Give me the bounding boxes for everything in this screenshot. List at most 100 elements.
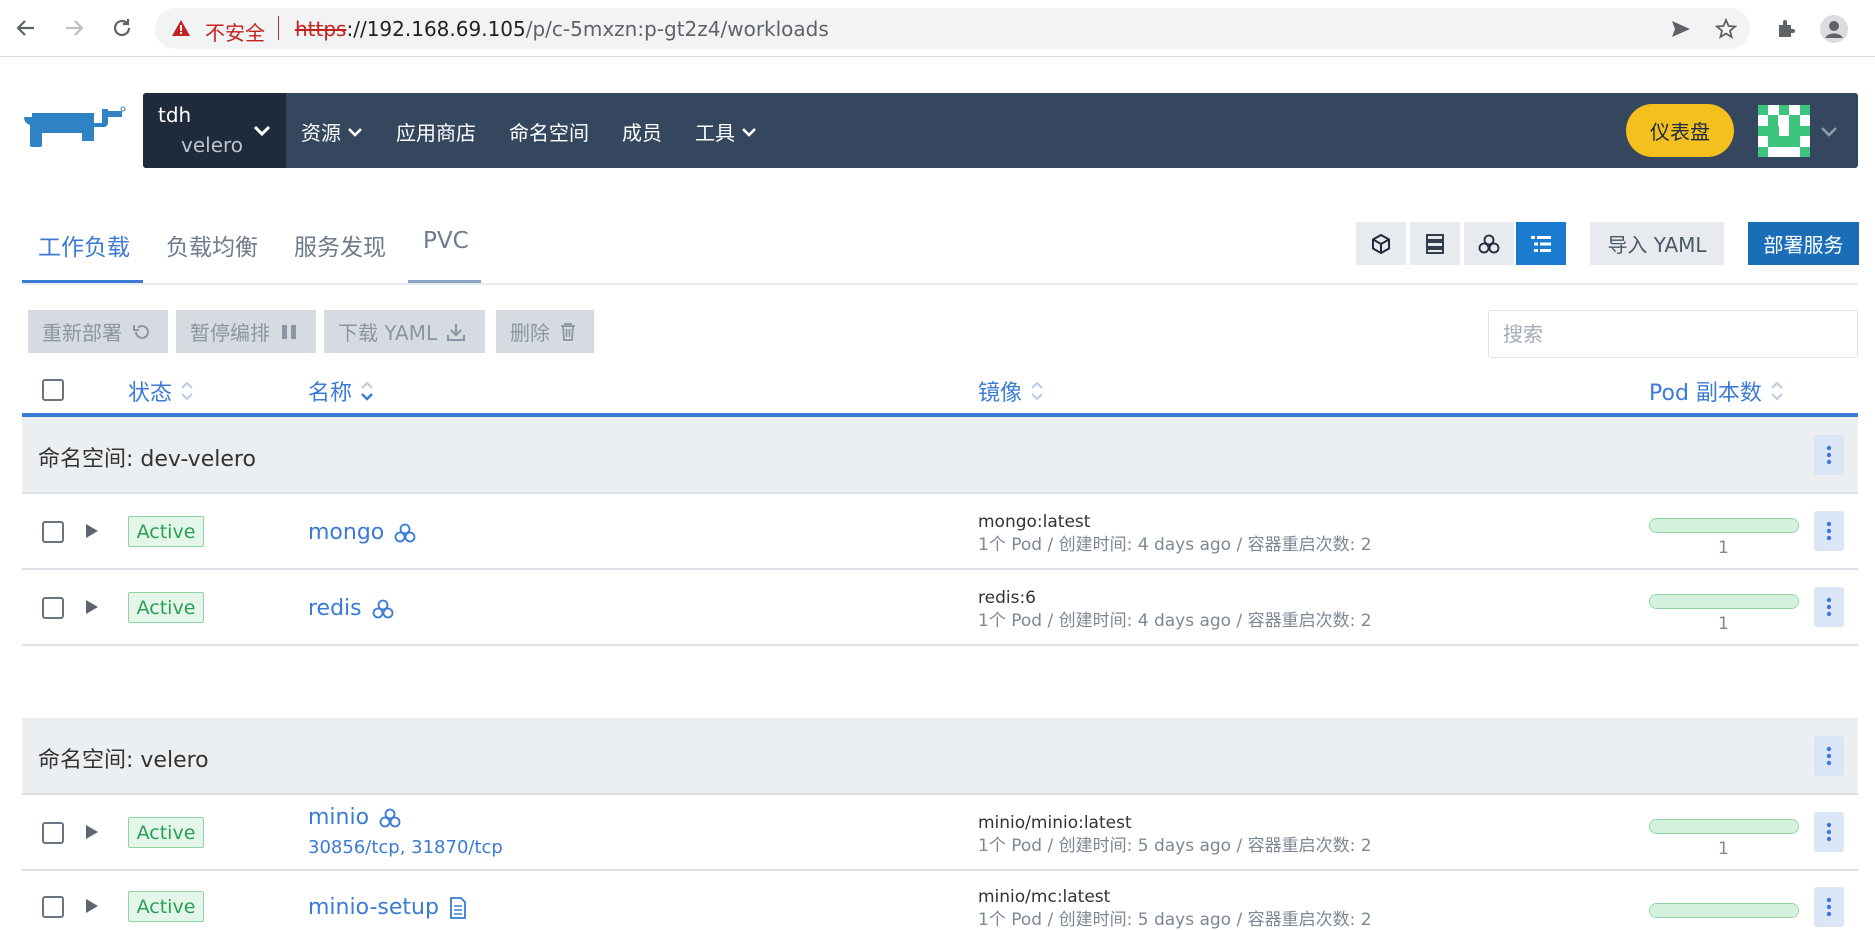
rancher-logo-icon[interactable] <box>22 103 127 158</box>
view-group-button[interactable] <box>1464 222 1514 265</box>
workload-name-link[interactable]: mongo <box>308 520 416 545</box>
cube-icon <box>1372 233 1390 254</box>
column-pods[interactable]: Pod 副本数 <box>1649 375 1784 407</box>
kebab-menu-icon[interactable] <box>1814 587 1844 627</box>
row-checkbox[interactable] <box>42 521 64 543</box>
workload-meta: 1个 Pod / 创建时间: 5 days ago / 容器重启次数: 2 <box>978 836 1372 856</box>
delete-button[interactable]: 删除 <box>496 310 594 353</box>
nav-resources[interactable]: 资源 <box>301 117 363 146</box>
document-icon <box>450 896 466 919</box>
view-node-button[interactable] <box>1356 222 1406 265</box>
top-nav: 资源 应用商店 命名空间 成员 工具 <box>301 117 790 146</box>
select-all-checkbox[interactable] <box>42 379 64 401</box>
row-checkbox[interactable] <box>42 597 64 619</box>
download-yaml-button[interactable]: 下载 YAML <box>324 310 485 353</box>
project-name: velero <box>181 133 244 157</box>
table-row: Active mongo mongo:latest 1个 Pod / 创建时间:… <box>22 494 1858 570</box>
app-header: tdh velero 资源 应用商店 命名空间 成员 工具 仪表盘 <box>143 93 1858 168</box>
kebab-menu-icon[interactable] <box>1814 887 1844 927</box>
view-list-button[interactable] <box>1516 222 1566 265</box>
insecure-label: 不安全 <box>205 21 265 45</box>
column-image[interactable]: 镜像 <box>978 375 1044 407</box>
cluster-icon <box>1478 234 1500 253</box>
status-badge: Active <box>128 891 204 922</box>
column-name[interactable]: 名称 <box>308 375 374 407</box>
table-row: Active redis redis:6 1个 Pod / 创建时间: 4 da… <box>22 570 1858 646</box>
tab-workloads[interactable]: 工作负载 <box>22 228 143 283</box>
image-name: redis:6 <box>978 588 1036 608</box>
row-checkbox[interactable] <box>42 896 64 918</box>
view-flat-button[interactable] <box>1410 222 1460 265</box>
table-row: Active minio-setup minio/mc:latest 1个 Po… <box>22 871 1858 930</box>
dashboard-button[interactable]: 仪表盘 <box>1626 104 1734 157</box>
nav-namespaces[interactable]: 命名空间 <box>509 117 589 146</box>
search-box <box>1488 310 1858 358</box>
list-icon <box>1531 235 1551 252</box>
cluster-icon <box>379 808 401 827</box>
expand-icon[interactable] <box>84 823 100 845</box>
status-badge: Active <box>128 516 204 547</box>
kebab-menu-icon[interactable] <box>1814 435 1844 475</box>
workload-meta: 1个 Pod / 创建时间: 4 days ago / 容器重启次数: 2 <box>978 611 1372 631</box>
sort-icon <box>1031 381 1043 401</box>
kebab-menu-icon[interactable] <box>1814 736 1844 776</box>
deploy-service-button[interactable]: 部署服务 <box>1748 222 1859 265</box>
table-row: Active minio 30856/tcp, 31870/tcp minio/… <box>22 795 1858 871</box>
column-state[interactable]: 状态 <box>128 375 194 407</box>
import-yaml-button[interactable]: 导入 YAML <box>1590 222 1724 265</box>
cluster-project-switcher[interactable]: tdh velero <box>143 93 286 168</box>
status-badge: Active <box>128 592 204 623</box>
namespace-label: 命名空间: velero <box>38 748 209 773</box>
reload-icon[interactable] <box>108 14 136 42</box>
nav-tools[interactable]: 工具 <box>695 117 757 146</box>
expand-icon[interactable] <box>84 897 100 919</box>
row-checkbox[interactable] <box>42 822 64 844</box>
profile-icon[interactable] <box>1820 15 1848 43</box>
back-icon[interactable] <box>12 14 40 42</box>
chevron-down-icon[interactable] <box>1820 123 1838 142</box>
pod-count: 1 <box>1718 839 1729 859</box>
pod-count: 1 <box>1718 614 1729 634</box>
address-bar[interactable]: 不安全 https://192.168.69.105/p/c-5mxzn:p-g… <box>155 8 1750 49</box>
pause-orchestration-button[interactable]: 暂停编排 <box>176 310 316 353</box>
workload-name-link[interactable]: minio <box>308 805 401 830</box>
search-input[interactable] <box>1489 311 1857 357</box>
send-icon[interactable] <box>1670 18 1692 40</box>
extensions-icon[interactable] <box>1775 17 1797 39</box>
kebab-menu-icon[interactable] <box>1814 511 1844 551</box>
redeploy-button[interactable]: 重新部署 <box>28 310 168 353</box>
expand-icon[interactable] <box>84 522 100 544</box>
endpoint-ports-link[interactable]: 30856/tcp, 31870/tcp <box>308 837 503 858</box>
workload-meta: 1个 Pod / 创建时间: 5 days ago / 容器重启次数: 2 <box>978 910 1372 930</box>
trash-icon <box>561 322 575 341</box>
cluster-name: tdh <box>158 103 192 127</box>
avatar[interactable] <box>1758 105 1810 157</box>
pause-icon <box>282 324 296 339</box>
sort-descending-icon <box>361 381 373 401</box>
pod-progress-bar <box>1649 903 1799 918</box>
pod-count: 1 <box>1718 538 1729 558</box>
pod-progress-bar <box>1649 518 1799 533</box>
sort-icon <box>181 381 193 401</box>
chevron-down-icon <box>742 127 756 137</box>
workload-name-link[interactable]: redis <box>308 596 394 621</box>
nav-members[interactable]: 成员 <box>622 117 662 146</box>
tab-load-balancing[interactable]: 负载均衡 <box>166 228 258 283</box>
pod-progress-bar <box>1649 594 1799 609</box>
url-text: https://192.168.69.105/p/c-5mxzn:p-gt2z4… <box>295 17 829 41</box>
forward-icon[interactable] <box>60 14 88 42</box>
star-icon[interactable] <box>1714 17 1738 40</box>
workload-name-link[interactable]: minio-setup <box>308 895 467 920</box>
server-icon <box>1426 233 1444 254</box>
kebab-menu-icon[interactable] <box>1814 812 1844 852</box>
tab-service-discovery[interactable]: 服务发现 <box>294 228 386 283</box>
table-header: 状态 名称 镜像 Pod 副本数 <box>22 365 1858 417</box>
warning-icon <box>171 19 191 41</box>
download-icon <box>447 323 466 341</box>
workload-tabs: 工作负载 负载均衡 服务发现 PVC <box>22 222 1858 285</box>
tab-pvc[interactable]: PVC <box>408 228 481 283</box>
namespace-group-row: 命名空间: dev-velero <box>22 417 1858 494</box>
nav-app-store[interactable]: 应用商店 <box>396 117 476 146</box>
expand-icon[interactable] <box>84 598 100 620</box>
status-badge: Active <box>128 817 204 848</box>
